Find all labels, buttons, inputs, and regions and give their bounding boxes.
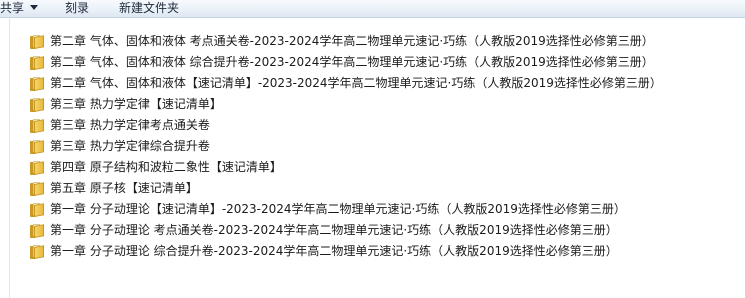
file-name: 第一章 分子动理论 综合提升卷-2023-2024学年高二物理单元速记·巧练（人… xyxy=(50,244,618,258)
chevron-down-icon xyxy=(30,5,39,10)
burn-label: 刻录 xyxy=(65,1,90,15)
file-row[interactable]: 第五章 原子核【速记清单】 xyxy=(30,178,740,199)
file-name: 第五章 原子核【速记清单】 xyxy=(50,181,198,195)
file-row[interactable]: 第一章 分子动理论 综合提升卷-2023-2024学年高二物理单元速记·巧练（人… xyxy=(30,241,740,262)
file-name: 第三章 热力学定律【速记清单】 xyxy=(50,97,222,111)
file-pane: 第二章 气体、固体和液体 考点通关卷-2023-2024学年高二物理单元速记·巧… xyxy=(0,18,745,298)
folder-icon xyxy=(30,97,44,112)
folder-icon xyxy=(30,55,44,70)
file-row[interactable]: 第四章 原子结构和波粒二象性【速记清单】 xyxy=(30,157,740,178)
file-row[interactable]: 第三章 热力学定律【速记清单】 xyxy=(30,94,740,115)
folder-icon xyxy=(30,160,44,175)
new-folder-label: 新建文件夹 xyxy=(119,1,180,15)
file-name: 第一章 分子动理论【速记清单】-2023-2024学年高二物理单元速记·巧练（人… xyxy=(50,202,626,216)
burn-button[interactable]: 刻录 xyxy=(65,0,89,17)
file-row[interactable]: 第三章 热力学定律考点通关卷 xyxy=(30,115,740,136)
new-folder-button[interactable]: 新建文件夹 xyxy=(119,0,179,17)
folder-icon xyxy=(30,181,44,196)
file-name: 第四章 原子结构和波粒二象性【速记清单】 xyxy=(50,160,282,174)
folder-icon xyxy=(30,76,44,91)
share-label: 共享 xyxy=(0,1,25,15)
folder-icon xyxy=(30,139,44,154)
file-name: 第三章 热力学定律考点通关卷 xyxy=(50,118,210,132)
folder-icon xyxy=(30,34,44,49)
navigation-pane-edge xyxy=(0,18,10,298)
share-button[interactable]: 共享 xyxy=(0,0,39,17)
file-row[interactable]: 第三章 热力学定律综合提升卷 xyxy=(30,136,740,157)
file-row[interactable]: 第二章 气体、固体和液体【速记清单】-2023-2024学年高二物理单元速记·巧… xyxy=(30,73,740,94)
file-row[interactable]: 第二章 气体、固体和液体 综合提升卷-2023-2024学年高二物理单元速记·巧… xyxy=(30,52,740,73)
command-bar: 共享 刻录 新建文件夹 xyxy=(0,0,745,18)
file-name: 第三章 热力学定律综合提升卷 xyxy=(50,139,210,153)
file-name: 第二章 气体、固体和液体 综合提升卷-2023-2024学年高二物理单元速记·巧… xyxy=(50,55,654,69)
folder-icon xyxy=(30,223,44,238)
folder-icon xyxy=(30,118,44,133)
folder-icon xyxy=(30,202,44,217)
file-list: 第二章 气体、固体和液体 考点通关卷-2023-2024学年高二物理单元速记·巧… xyxy=(30,31,740,262)
file-name: 第一章 分子动理论 考点通关卷-2023-2024学年高二物理单元速记·巧练（人… xyxy=(50,223,618,237)
file-name: 第二章 气体、固体和液体【速记清单】-2023-2024学年高二物理单元速记·巧… xyxy=(50,76,662,90)
file-row[interactable]: 第一章 分子动理论【速记清单】-2023-2024学年高二物理单元速记·巧练（人… xyxy=(30,199,740,220)
file-name: 第二章 气体、固体和液体 考点通关卷-2023-2024学年高二物理单元速记·巧… xyxy=(50,34,654,48)
file-row[interactable]: 第二章 气体、固体和液体 考点通关卷-2023-2024学年高二物理单元速记·巧… xyxy=(30,31,740,52)
file-row[interactable]: 第一章 分子动理论 考点通关卷-2023-2024学年高二物理单元速记·巧练（人… xyxy=(30,220,740,241)
folder-icon xyxy=(30,244,44,259)
